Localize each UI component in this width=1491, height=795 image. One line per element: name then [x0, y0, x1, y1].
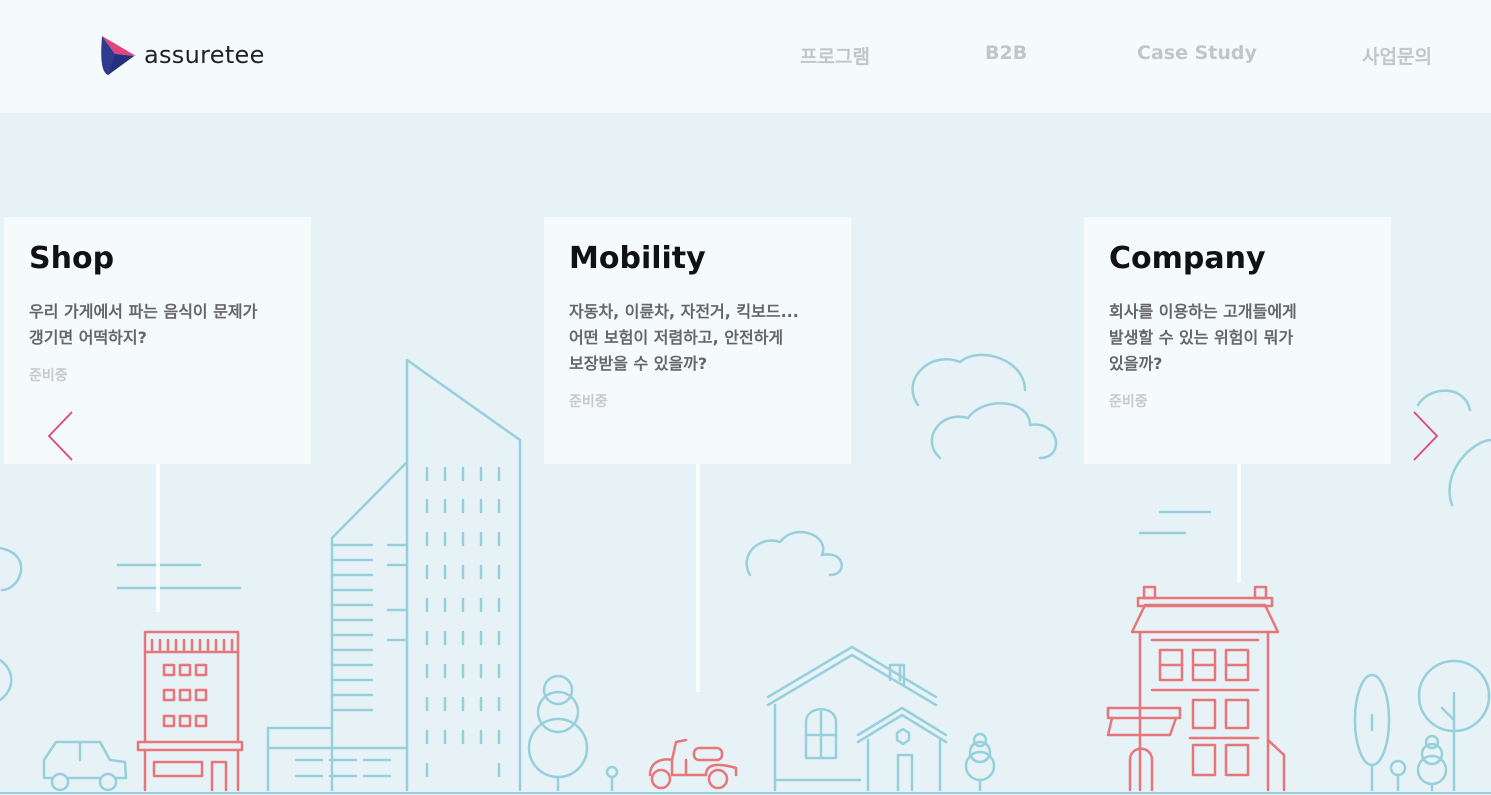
nav-case-study[interactable]: Case Study — [1137, 42, 1257, 64]
card-desc-line: 갱기면 어떡하지? — [29, 328, 147, 347]
chevron-right-icon[interactable] — [1406, 408, 1446, 464]
brand-logo[interactable]: assuretee — [100, 34, 265, 76]
card-desc-line: 있을까? — [1109, 354, 1163, 373]
card-desc-line: 보장받을 수 있을까? — [569, 354, 708, 373]
card-desc-line: 발생할 수 있는 위험이 뭐가 — [1109, 328, 1294, 347]
card-title: Company — [1109, 241, 1266, 276]
card-description: 자동차, 이륜차, 자전거, 킥보드... 어떤 보험이 저렴하고, 안전하게 … — [569, 299, 826, 377]
nav-b2b[interactable]: B2B — [985, 42, 1027, 64]
nav-contact[interactable]: 사업문의 — [1362, 42, 1432, 69]
card-desc-line: 우리 가게에서 파는 음식이 문제가 — [29, 302, 258, 321]
card-mobility[interactable]: Mobility 자동차, 이륜차, 자전거, 킥보드... 어떤 보험이 저렴… — [544, 217, 851, 464]
card-description: 회사를 이용하는 고개들에게 발생할 수 있는 위험이 뭐가 있을까? — [1109, 299, 1366, 377]
card-description: 우리 가게에서 파는 음식이 문제가 갱기면 어떡하지? — [29, 299, 286, 351]
nav-program[interactable]: 프로그램 — [800, 42, 870, 69]
card-status: 준비중 — [1109, 394, 1148, 410]
card-title: Shop — [29, 241, 115, 276]
logo-mark-icon — [101, 36, 136, 75]
card-desc-line: 회사를 이용하는 고개들에게 — [1109, 302, 1297, 321]
card-desc-line: 어떤 보험이 저렴하고, 안전하게 — [569, 328, 784, 347]
card-title: Mobility — [569, 241, 706, 276]
card-status: 준비중 — [569, 394, 608, 410]
card-status: 준비중 — [29, 368, 68, 384]
brand-name: assuretee — [144, 41, 265, 69]
chevron-left-icon[interactable] — [40, 408, 80, 464]
site-header: assuretee 프로그램 B2B Case Study 사업문의 — [0, 0, 1491, 113]
card-company[interactable]: Company 회사를 이용하는 고개들에게 발생할 수 있는 위험이 뭐가 있… — [1084, 217, 1391, 464]
card-desc-line: 자동차, 이륜차, 자전거, 킥보드... — [569, 302, 799, 321]
